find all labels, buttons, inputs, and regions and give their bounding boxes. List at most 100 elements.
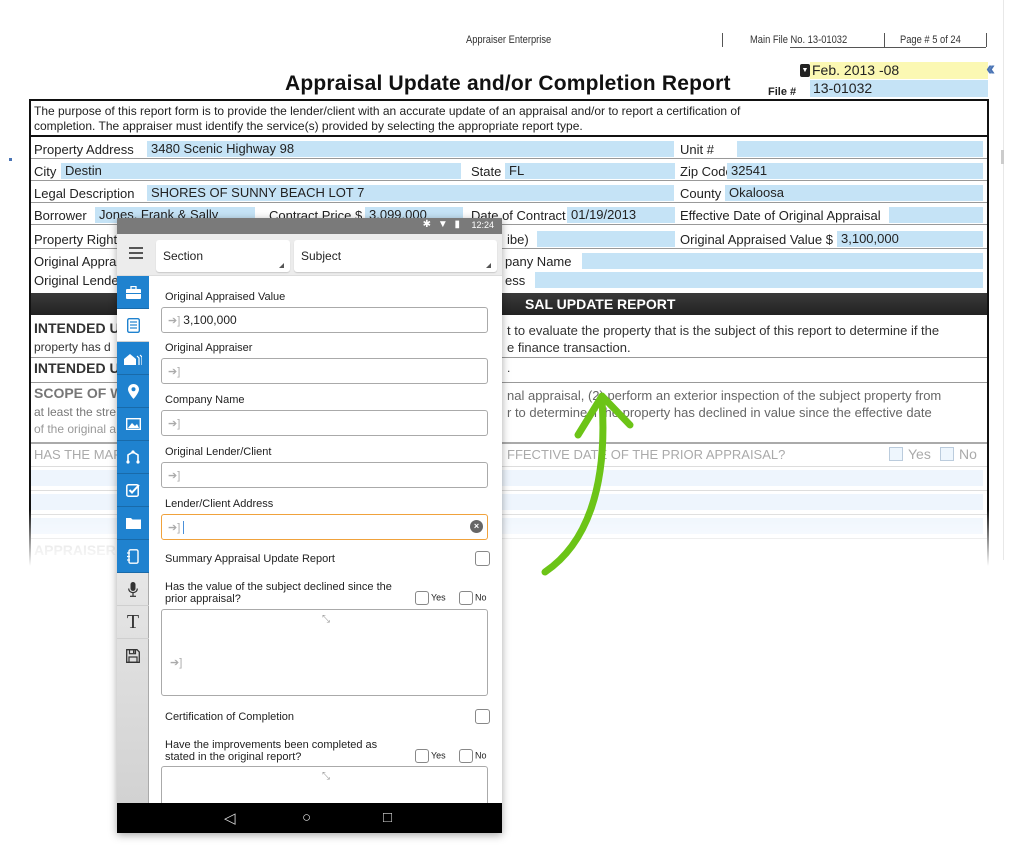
improvements-comment-textarea[interactable]: ⤡	[161, 766, 488, 803]
state-field[interactable]: FL	[505, 163, 675, 179]
no-label: No	[959, 446, 977, 462]
legal-row: Legal Description SHORES OF SUNNY BEACH …	[31, 183, 987, 203]
yes-label: Yes	[431, 750, 446, 761]
original-value-field[interactable]: 3,100,000	[837, 231, 983, 247]
form-content: Original Appraised Value ➔] 3,100,000 Ori…	[149, 276, 502, 803]
state-label: State	[471, 164, 502, 179]
sidebar-item-photos[interactable]	[117, 408, 149, 441]
effective-date-field[interactable]	[889, 207, 983, 223]
dropdown-corner-icon	[486, 263, 491, 268]
sidebar-nav	[117, 276, 149, 573]
status-time: 12:24	[471, 220, 494, 230]
yes-checkbox[interactable]	[889, 446, 903, 461]
original-appraiser-input[interactable]: ➔]	[161, 358, 488, 384]
report-date-field[interactable]: Feb. 2013 -08	[810, 62, 988, 79]
briefcase-icon	[125, 285, 141, 299]
home-button[interactable]: ○	[302, 809, 311, 826]
summary-update-label: Summary Appraisal Update Report	[165, 553, 335, 565]
scope-heading: SCOPE OF W	[34, 385, 124, 401]
subject-dropdown-value: Subject	[301, 249, 342, 263]
tool-text[interactable]: T	[117, 606, 149, 639]
back-button[interactable]: ◁	[224, 809, 236, 827]
sidebar-item-review[interactable]	[117, 474, 149, 507]
property-address-label: Property Address	[34, 142, 134, 157]
improvements-yes-checkbox[interactable]: Yes	[415, 749, 446, 763]
sidebar-item-files[interactable]	[117, 507, 149, 540]
row-marker	[9, 158, 12, 161]
input-value: 3,100,000	[183, 313, 237, 327]
scope-text: of the original a	[34, 422, 117, 436]
scrollbar-thumb[interactable]	[1001, 150, 1004, 164]
expand-icon[interactable]: ⤡	[322, 771, 330, 782]
property-rights-describe-field[interactable]	[537, 231, 675, 247]
sidebar-item-briefcase[interactable]	[117, 276, 149, 309]
enter-arrow-icon: ➔]	[168, 366, 181, 378]
hamburger-menu-icon[interactable]	[129, 247, 143, 259]
text-icon: T	[126, 610, 140, 633]
field-label: Original Appraised Value	[165, 291, 286, 303]
property-address-field[interactable]: 3480 Scenic Highway 98	[147, 141, 674, 157]
zip-label: Zip Code	[680, 164, 733, 179]
company-name-input[interactable]: ➔]	[161, 410, 488, 436]
date-dropdown-icon[interactable]: ▼	[800, 64, 810, 77]
legal-description-label: Legal Description	[34, 186, 135, 201]
recent-apps-button[interactable]: □	[383, 809, 392, 826]
double-chevron-left-icon[interactable]: ‹‹	[986, 58, 996, 81]
section-dropdown[interactable]: Section	[156, 240, 290, 272]
lender-client-address-input[interactable]: ➔] ×	[161, 514, 488, 540]
effective-date-label: Effective Date of Original Appraisal	[680, 208, 881, 223]
original-lender-client-input[interactable]: ➔]	[161, 462, 488, 488]
zip-field[interactable]: 32541	[727, 163, 983, 179]
tool-panel: T	[117, 573, 149, 803]
tool-dictation[interactable]	[117, 573, 149, 606]
section-header-text: SAL UPDATE REPORT	[525, 296, 676, 312]
company-name-field[interactable]	[582, 253, 983, 269]
purpose-line: completion. The appraiser must identify …	[34, 119, 583, 133]
subject-dropdown[interactable]: Subject	[294, 240, 497, 272]
field-label: Company Name	[165, 394, 245, 406]
android-nav-bar: ◁ ○ □	[117, 803, 502, 833]
improvements-no-checkbox[interactable]: No	[459, 749, 487, 763]
file-number-field[interactable]: 13-01032	[810, 80, 988, 97]
declined-yes-checkbox[interactable]: Yes	[415, 591, 446, 605]
clear-input-icon[interactable]: ×	[470, 520, 483, 533]
page-number: Page # 5 of 24	[900, 34, 961, 46]
property-address-row: Property Address 3480 Scenic Highway 98 …	[31, 139, 987, 159]
unit-field[interactable]	[737, 141, 983, 157]
summary-update-checkbox[interactable]	[475, 551, 490, 566]
date-of-contract-field[interactable]: 01/19/2013	[567, 207, 675, 223]
original-appraised-value-input[interactable]: ➔] 3,100,000	[161, 307, 488, 333]
sidebar-item-comparables[interactable]	[117, 342, 149, 375]
expand-icon[interactable]: ⤡	[322, 614, 330, 625]
purpose-line: The purpose of this report form is to pr…	[34, 104, 741, 118]
original-appraiser-label: Original Apprai	[34, 254, 120, 269]
field-label: Lender/Client Address	[165, 498, 274, 510]
microphone-icon	[128, 581, 138, 597]
houses-icon	[124, 353, 142, 365]
intended-user-text: .	[507, 361, 511, 375]
intended-use-text: e finance transaction.	[507, 340, 631, 355]
borrower-label: Borrower	[34, 208, 87, 223]
scrollbar-track[interactable]	[1003, 0, 1004, 560]
sidebar-item-location[interactable]	[117, 375, 149, 408]
enter-arrow-icon: ➔]	[168, 315, 181, 327]
no-label: No	[475, 592, 487, 603]
address-field[interactable]	[535, 272, 983, 288]
enter-arrow-icon: ➔]	[168, 522, 181, 534]
legal-description-field[interactable]: SHORES OF SUNNY BEACH LOT 7	[147, 185, 674, 201]
sidebar-item-form[interactable]	[117, 309, 149, 342]
county-field[interactable]: Okaloosa	[725, 185, 983, 201]
city-row: City Destin State FL Zip Code 32541	[31, 161, 987, 181]
company-name-label: pany Name	[505, 254, 572, 269]
sidebar-item-sketch[interactable]	[117, 441, 149, 474]
header-divider	[722, 33, 723, 47]
declined-comment-textarea[interactable]: ⤡ ➔]	[161, 609, 488, 696]
tool-save[interactable]	[117, 639, 149, 672]
status-icons: ✱ ▼ ▮	[422, 219, 462, 230]
sidebar-item-notes[interactable]	[117, 540, 149, 573]
city-field[interactable]: Destin	[61, 163, 461, 179]
declined-no-checkbox[interactable]: No	[459, 591, 487, 605]
certification-checkbox[interactable]	[475, 709, 490, 724]
field-label: Original Appraiser	[165, 342, 253, 354]
no-checkbox[interactable]	[940, 446, 954, 461]
